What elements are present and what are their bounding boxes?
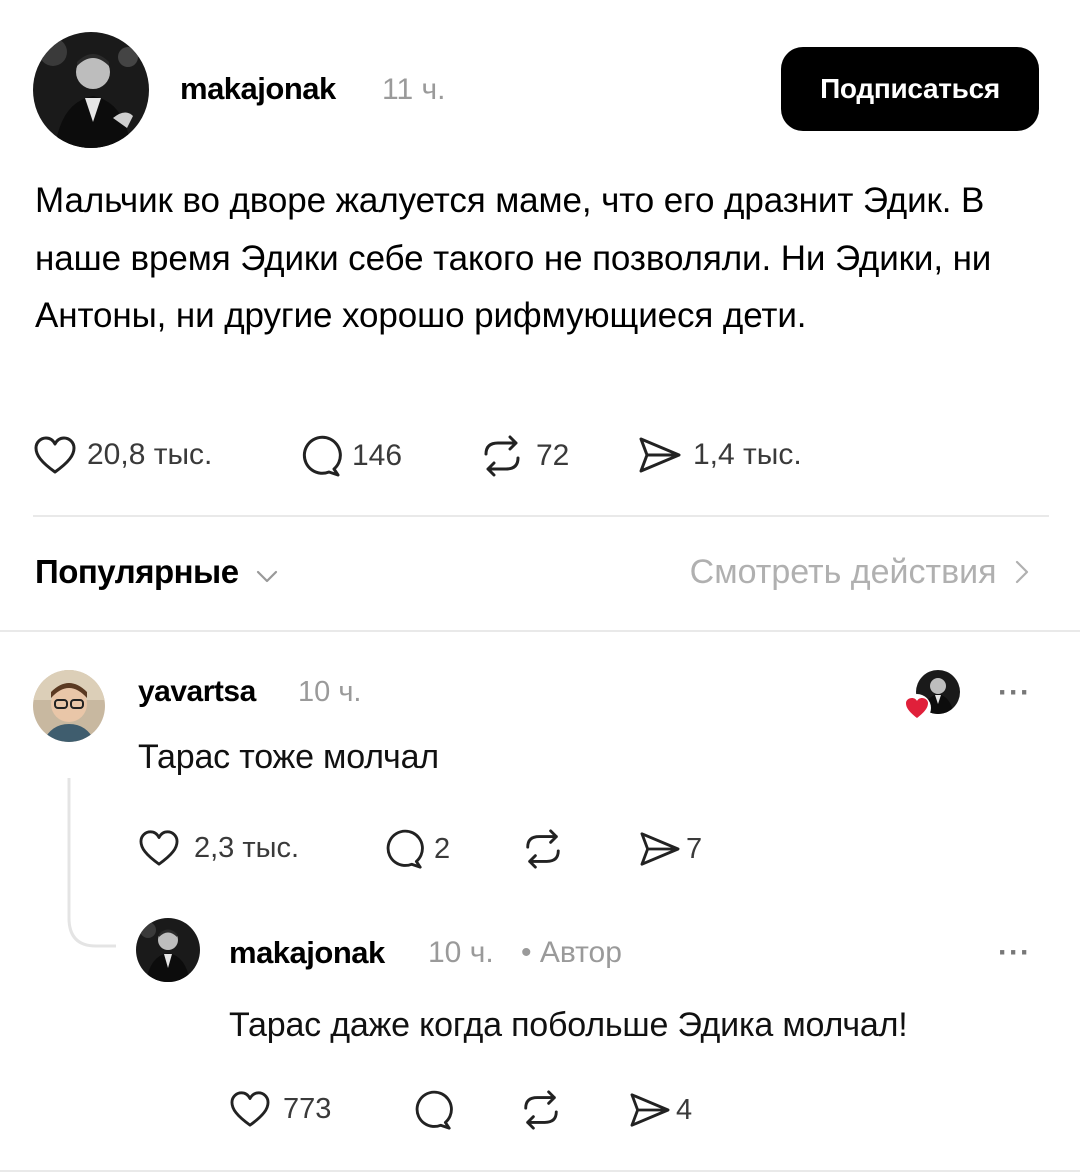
comment-reply-button[interactable]: 2 xyxy=(382,828,450,870)
post-like-count: 20,8 тыс. xyxy=(87,438,213,471)
post-text: Мальчик во дворе жалуется маме, что его … xyxy=(35,181,992,335)
author-badge: • Автор xyxy=(521,936,622,969)
repost-arrows-icon xyxy=(520,828,566,870)
comment-reply-count: 2 xyxy=(434,832,451,865)
comment-share-count: 7 xyxy=(686,832,703,865)
comment-text: Тарас тоже молчал xyxy=(138,738,439,776)
heart-outline-icon xyxy=(229,1090,271,1128)
post-username[interactable]: makajonak xyxy=(180,71,336,107)
view-activity-link[interactable]: Смотреть действия xyxy=(690,553,1030,594)
post-divider xyxy=(33,515,1049,517)
speech-bubble-icon xyxy=(298,434,342,478)
paper-plane-icon xyxy=(628,1091,672,1129)
sort-dropdown[interactable]: Популярные xyxy=(35,553,279,593)
comment-author-avatar[interactable] xyxy=(33,670,105,742)
reply-like-count: 773 xyxy=(283,1092,332,1125)
post-repost-count: 72 xyxy=(536,439,570,472)
post-repost-button[interactable]: 72 xyxy=(478,434,569,478)
paper-plane-icon xyxy=(638,830,682,868)
follow-button[interactable]: Подписаться xyxy=(781,47,1039,131)
reply-more-button[interactable]: ··· xyxy=(998,936,1031,970)
reply-repost-button[interactable] xyxy=(518,1089,574,1131)
comment-time: 10 ч. xyxy=(298,676,362,708)
bottom-divider xyxy=(0,1170,1080,1172)
repost-arrows-icon xyxy=(518,1089,564,1131)
comment-more-button[interactable]: ··· xyxy=(998,676,1031,710)
reply-comment-button[interactable] xyxy=(411,1089,463,1131)
view-activity-label: Смотреть действия xyxy=(689,553,997,591)
post-like-button[interactable]: 20,8 тыс. xyxy=(33,435,212,475)
reply-share-button[interactable]: 4 xyxy=(628,1091,692,1129)
comment-share-button[interactable]: 7 xyxy=(638,830,702,868)
reply-text: Тарас даже когда побольше Эдика молчал! xyxy=(229,1006,908,1044)
post-comment-count: 146 xyxy=(352,439,403,472)
heart-outline-icon xyxy=(138,829,180,867)
repost-arrows-icon xyxy=(478,434,526,478)
thread-line xyxy=(66,778,116,948)
reply-author-avatar[interactable] xyxy=(136,918,200,982)
comment-repost-button[interactable] xyxy=(520,828,576,870)
post-share-button[interactable]: 1,4 тыс. xyxy=(637,435,802,475)
comment-like-button[interactable]: 2,3 тыс. xyxy=(138,829,299,867)
post-share-count: 1,4 тыс. xyxy=(693,438,802,471)
reply-time: 10 ч. xyxy=(428,936,494,969)
heart-outline-icon xyxy=(33,435,77,475)
speech-bubble-icon xyxy=(382,828,424,870)
reply-username[interactable]: makajonak xyxy=(229,935,385,971)
paper-plane-icon xyxy=(637,435,683,475)
post-author-avatar[interactable] xyxy=(33,32,149,148)
comment-username[interactable]: yavartsa xyxy=(138,675,256,709)
post-time: 11 ч. xyxy=(382,73,446,106)
sort-label: Популярные xyxy=(35,553,239,590)
reply-like-button[interactable]: 773 xyxy=(229,1090,331,1128)
section-divider xyxy=(0,630,1080,632)
post-comment-button[interactable]: 146 xyxy=(298,434,402,478)
chevron-right-icon xyxy=(1014,555,1030,594)
chevron-down-icon xyxy=(255,555,279,593)
liked-by-author-badge xyxy=(902,670,962,722)
reply-share-count: 4 xyxy=(676,1093,693,1126)
speech-bubble-icon xyxy=(411,1089,453,1131)
comment-like-count: 2,3 тыс. xyxy=(194,831,300,864)
red-heart-icon xyxy=(902,694,932,727)
